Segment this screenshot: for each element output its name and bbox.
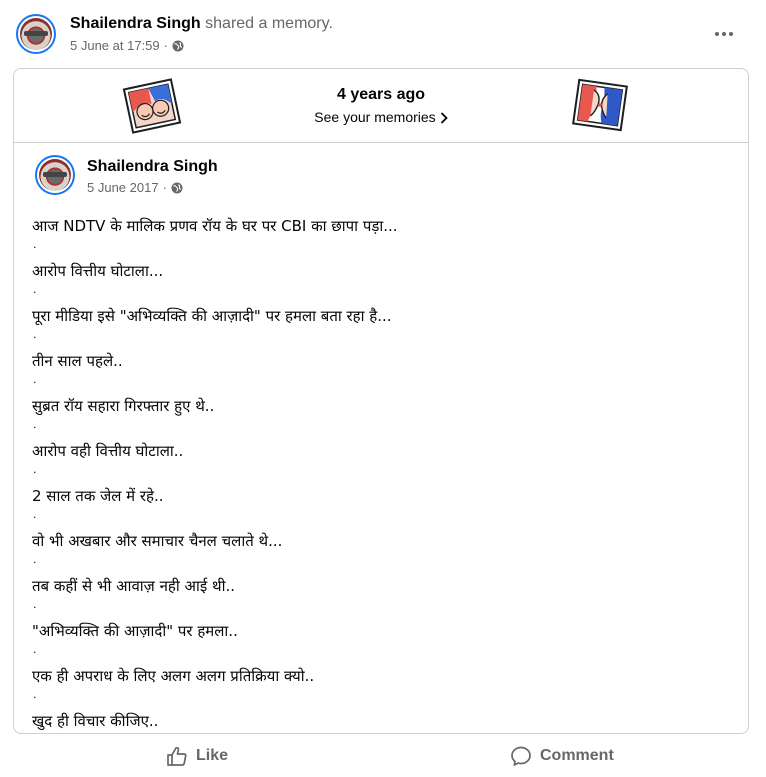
memory-banner[interactable]: 4 years ago See your memories xyxy=(14,69,748,143)
like-button[interactable]: Like xyxy=(166,740,228,772)
post-text-line: वो भी अखबार और समाचार चैनल चलाते थे.... xyxy=(32,530,732,575)
post-text-line: एक ही अपराध के लिए अलग अलग प्रतिक्रिया क… xyxy=(32,665,732,710)
post-actions: Like Comment xyxy=(0,740,766,777)
line-separator-dot: . xyxy=(33,418,37,431)
meta-separator: · xyxy=(163,38,168,53)
comment-label: Comment xyxy=(540,747,614,764)
original-post-meta: 5 June 2017 · xyxy=(87,180,183,196)
original-post-date[interactable]: 5 June 2017 xyxy=(87,180,159,196)
post-timestamp[interactable]: 5 June at 17:59 xyxy=(70,38,160,54)
memory-card: 4 years ago See your memories Shailendra… xyxy=(13,68,749,734)
see-memories-link[interactable]: See your memories xyxy=(14,109,748,125)
post-text-content: खुद ही विचार कीजिए.. xyxy=(32,712,159,730)
post-text-content: आरोप वही वित्तीय घोटाला.. xyxy=(32,442,184,460)
line-separator-dot: . xyxy=(33,508,37,521)
comment-button[interactable]: Comment xyxy=(510,740,614,772)
post-text-line: आरोप वही वित्तीय घोटाला... xyxy=(32,440,732,485)
original-post-avatar[interactable] xyxy=(35,155,75,195)
post-text-content: "अभिव्यक्ति की आज़ादी" पर हमला.. xyxy=(32,622,238,640)
post-text-content: आज NDTV के मालिक प्रणव रॉय के घर पर CBI … xyxy=(32,217,398,235)
post-text-content: 2 साल तक जेल में रहे.. xyxy=(32,487,164,505)
post-text-content: आरोप वित्तीय घोटाला... xyxy=(32,262,164,280)
like-label: Like xyxy=(196,747,229,764)
post-text-content: तीन साल पहले.. xyxy=(32,352,123,370)
kiss-sticker-icon xyxy=(572,78,628,132)
post-meta: 5 June at 17:59 · xyxy=(70,38,184,54)
line-separator-dot: . xyxy=(33,328,37,341)
memory-title: 4 years ago xyxy=(336,86,426,103)
post-text-line: सुब्रत रॉय सहारा गिरफ्तार हुए थे... xyxy=(32,395,732,440)
post-text-line: "अभिव्यक्ति की आज़ादी" पर हमला... xyxy=(32,620,732,665)
thumbs-up-icon xyxy=(167,746,187,766)
post-text-line: आज NDTV के मालिक प्रणव रॉय के घर पर CBI … xyxy=(32,215,732,260)
post-text: आज NDTV के मालिक प्रणव रॉय के घर पर CBI … xyxy=(32,215,732,733)
original-post-author[interactable]: Shailendra Singh xyxy=(87,157,218,177)
author-name[interactable]: Shailendra Singh xyxy=(70,15,201,32)
line-separator-dot: . xyxy=(33,283,37,296)
post-text-line: तीन साल पहले... xyxy=(32,350,732,395)
line-separator-dot: . xyxy=(33,463,37,476)
post-action-text: shared a memory. xyxy=(205,15,333,32)
see-memories-label: See your memories xyxy=(314,109,436,125)
meta-separator: · xyxy=(162,180,167,195)
post-author-line: Shailendra Singh shared a memory. xyxy=(70,14,333,34)
post-text-line: खुद ही विचार कीजिए.. xyxy=(32,710,732,733)
line-separator-dot: . xyxy=(33,553,37,566)
post-text-content: पूरा मीडिया इसे "अभिव्यक्ति की आज़ादी" प… xyxy=(32,307,392,325)
avatar[interactable] xyxy=(16,14,56,54)
post-text-content: वो भी अखबार और समाचार चैनल चलाते थे... xyxy=(32,532,283,550)
line-separator-dot: . xyxy=(33,598,37,611)
chevron-right-icon xyxy=(440,112,448,124)
post-text-line: 2 साल तक जेल में रहे... xyxy=(32,485,732,530)
globe-icon[interactable] xyxy=(171,182,183,194)
post-text-content: तब कहीं से भी आवाज़ नही आई थी.. xyxy=(32,577,235,595)
line-separator-dot: . xyxy=(33,373,37,386)
line-separator-dot: . xyxy=(33,238,37,251)
post-header: Shailendra Singh shared a memory. 5 June… xyxy=(0,0,766,66)
line-separator-dot: . xyxy=(33,643,37,656)
post-text-line: तब कहीं से भी आवाज़ नही आई थी... xyxy=(32,575,732,620)
more-options-icon[interactable] xyxy=(706,22,742,46)
post-text-line: आरोप वित्तीय घोटाला.... xyxy=(32,260,732,305)
post-text-content: सुब्रत रॉय सहारा गिरफ्तार हुए थे.. xyxy=(32,397,215,415)
globe-icon[interactable] xyxy=(172,40,184,52)
post-text-content: एक ही अपराध के लिए अलग अलग प्रतिक्रिया क… xyxy=(32,667,315,685)
post-text-line: पूरा मीडिया इसे "अभिव्यक्ति की आज़ादी" प… xyxy=(32,305,732,350)
line-separator-dot: . xyxy=(33,688,37,701)
speech-bubble-icon xyxy=(511,746,531,766)
